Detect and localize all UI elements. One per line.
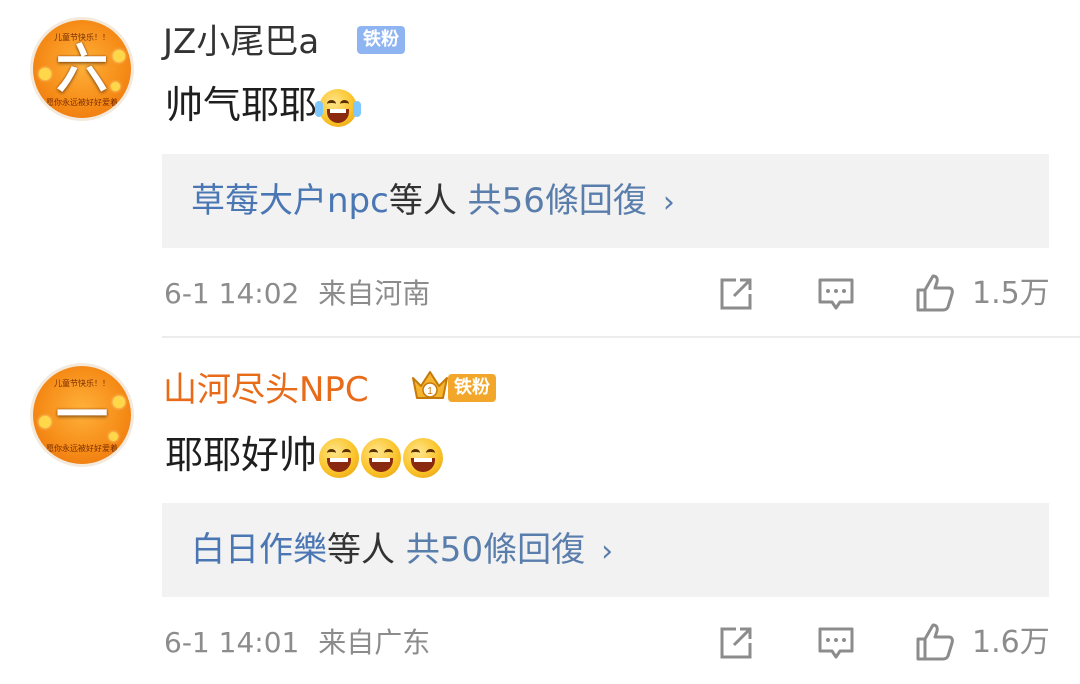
emoji-eye xyxy=(411,448,421,457)
emoji-eye xyxy=(426,448,436,457)
comment-meta: 6-1 14:02 来自河南 xyxy=(164,274,430,314)
timestamp: 6-1 14:01 xyxy=(164,626,300,659)
share-icon[interactable] xyxy=(716,623,756,663)
location: 来自河南 xyxy=(318,277,431,310)
chevron-right-icon: › xyxy=(601,534,614,569)
laugh-emoji xyxy=(403,437,444,478)
reply-user[interactable]: 草莓大户npc xyxy=(191,181,389,221)
comment-text: 帅气耶耶 xyxy=(165,80,362,130)
divider xyxy=(162,336,1080,338)
replies-preview[interactable]: 草莓大户npc等人 共56條回復 › xyxy=(162,154,1049,248)
emoji-mouth xyxy=(327,457,352,472)
replies-preview[interactable]: 白日作樂等人 共50條回復 › xyxy=(162,503,1049,597)
emoji-eye xyxy=(327,99,337,108)
location: 来自广东 xyxy=(318,626,431,659)
thumb-up-icon[interactable] xyxy=(914,621,956,663)
emoji-eye xyxy=(384,448,394,457)
emoji-eye xyxy=(340,99,350,108)
fan-badge[interactable]: 铁粉 xyxy=(357,26,405,54)
fan-badge[interactable]: 铁粉 xyxy=(448,374,496,402)
reply-mid-text: 等人 xyxy=(388,181,457,221)
avatar[interactable]: 儿童节快乐！！ 六 愿你永远被好好爱着 xyxy=(33,20,131,118)
emoji-eye xyxy=(369,448,379,457)
emoji-tear xyxy=(353,100,362,117)
username[interactable]: JZ小尾巴a xyxy=(163,20,319,64)
like-count[interactable]: 1.5万 xyxy=(972,274,1050,314)
emoji-mouth xyxy=(327,108,350,123)
like-count[interactable]: 1.6万 xyxy=(972,623,1050,663)
comment-icon[interactable] xyxy=(816,274,856,314)
comment-text-body: 耶耶好帅 xyxy=(165,433,318,477)
avatar-ring-text: 愿你永远被好好爱着 xyxy=(46,98,118,107)
share-icon[interactable] xyxy=(716,274,756,314)
reply-count[interactable]: 共50條回復 xyxy=(406,530,585,570)
emoji-tear xyxy=(315,100,324,117)
username[interactable]: 山河尽头NPC xyxy=(163,368,369,412)
comment-item: 儿童节快乐！！ 一 愿你永远被好好爱着 山河尽头NPC 1 铁粉 耶耶好帅 白日… xyxy=(0,340,1080,684)
laugh-emoji xyxy=(361,437,402,478)
avatar-glyph: 六 xyxy=(55,40,108,100)
reply-user[interactable]: 白日作樂 xyxy=(191,530,327,570)
comment-text-body: 帅气耶耶 xyxy=(165,83,318,127)
chevron-right-icon: › xyxy=(662,185,675,220)
avatar-ring-text: 愿你永远被好好爱着 xyxy=(46,444,118,453)
comment-meta: 6-1 14:01 来自广东 xyxy=(164,623,430,663)
reply-count[interactable]: 共56條回復 xyxy=(468,181,647,221)
cheer-emoji xyxy=(315,88,362,127)
crown-icon: 1 xyxy=(412,371,448,399)
laugh-emoji xyxy=(319,437,360,478)
comment-icon[interactable] xyxy=(816,623,856,663)
replies-summary[interactable]: 草莓大户npc等人 共56條回復 › xyxy=(191,177,675,227)
emoji-mouth xyxy=(369,457,394,472)
comment-text: 耶耶好帅 xyxy=(165,430,444,480)
avatar[interactable]: 儿童节快乐！！ 一 愿你永远被好好爱着 xyxy=(33,366,131,464)
emoji-mouth xyxy=(411,457,436,472)
thumb-up-icon[interactable] xyxy=(914,272,956,314)
avatar-glyph: 一 xyxy=(55,386,108,446)
timestamp: 6-1 14:02 xyxy=(164,277,300,310)
emoji-eye xyxy=(342,448,352,457)
crown-level: 1 xyxy=(427,386,433,397)
comment-item: 儿童节快乐！！ 六 愿你永远被好好爱着 JZ小尾巴a 铁粉 帅气耶耶 草莓大户n… xyxy=(0,0,1080,336)
replies-summary[interactable]: 白日作樂等人 共50條回復 › xyxy=(191,526,613,576)
reply-mid-text: 等人 xyxy=(327,530,395,570)
emoji-eye xyxy=(327,448,337,457)
